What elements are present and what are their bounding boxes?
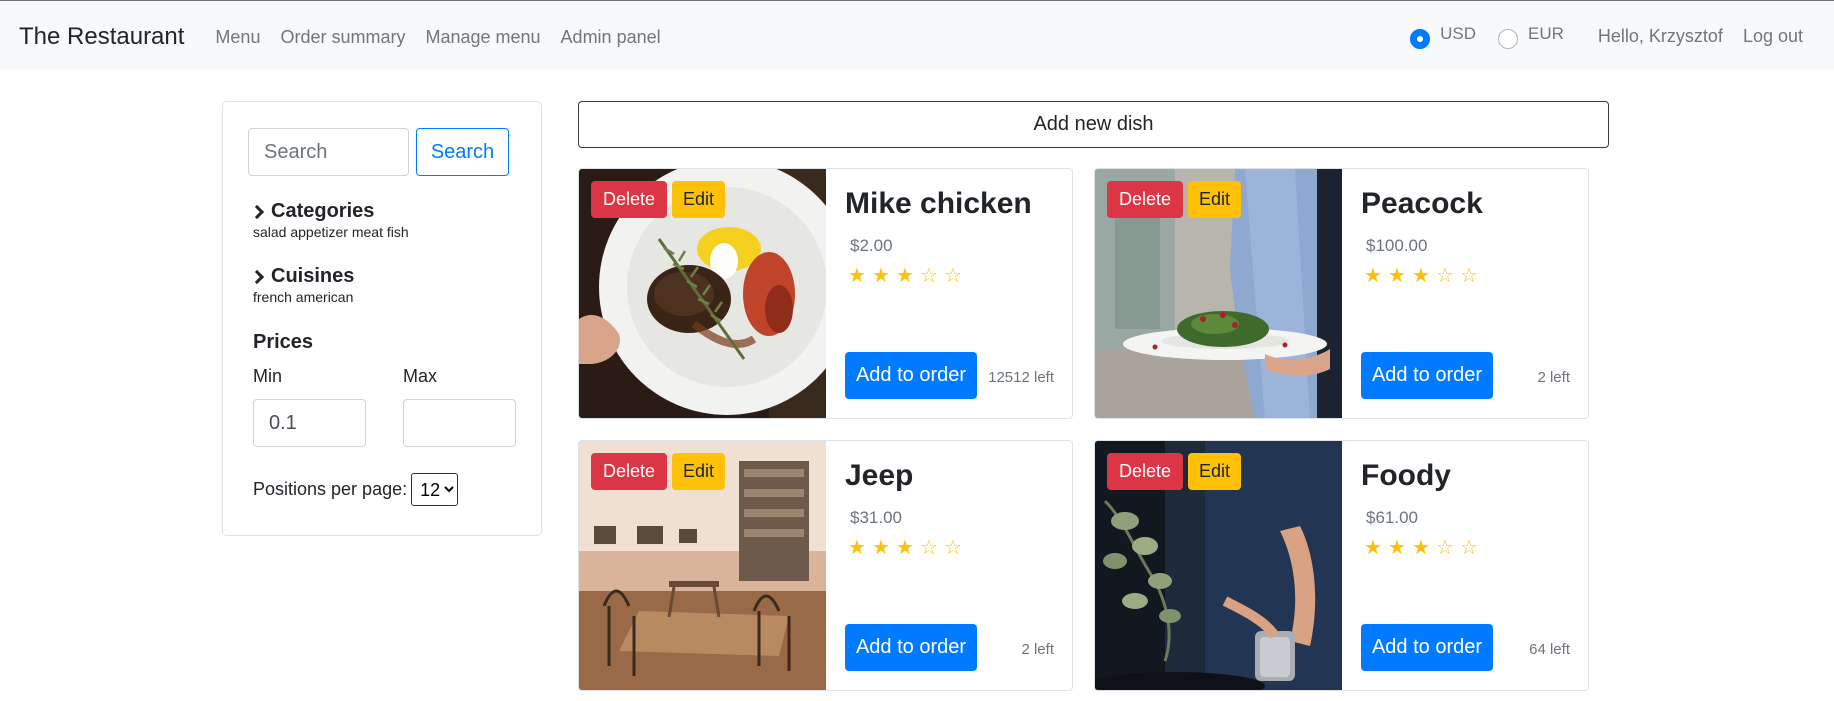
nav-link-admin-panel[interactable]: Admin panel: [561, 27, 661, 48]
dish-price: $2.00: [850, 236, 893, 255]
star-rating[interactable]: ★ ★ ★ ☆ ☆: [848, 538, 968, 558]
max-price-input[interactable]: [403, 399, 516, 447]
star-empty-icon[interactable]: ☆: [920, 538, 944, 558]
add-to-order-button[interactable]: Add to order: [845, 624, 977, 671]
star-filled-icon[interactable]: ★: [896, 538, 920, 558]
chevron-right-icon: [249, 204, 265, 219]
max-price-label: Max: [403, 366, 438, 386]
star-filled-icon[interactable]: ★: [1364, 266, 1388, 286]
delete-button[interactable]: Delete: [591, 181, 668, 218]
dish-image: Delete Edit: [579, 169, 826, 418]
star-filled-icon[interactable]: ★: [896, 266, 920, 286]
nav-link-order-summary[interactable]: Order summary: [280, 27, 405, 48]
chevron-right-icon: [249, 269, 265, 284]
nav-link-manage-menu[interactable]: Manage menu: [425, 27, 540, 48]
stock-left: 2 left: [1537, 369, 1570, 386]
categories-toggle[interactable]: Categories: [249, 200, 375, 223]
cuisines-title: Cuisines: [271, 265, 355, 287]
cuisines-list: french american: [253, 289, 354, 305]
top-navbar: The Restaurant Menu Order summary Manage…: [0, 0, 1834, 70]
dish-image: Delete Edit: [1095, 169, 1342, 418]
radio-unchecked-icon[interactable]: [1497, 29, 1518, 49]
star-empty-icon[interactable]: ☆: [1436, 538, 1460, 558]
dish-name: Peacock: [1361, 187, 1483, 220]
star-filled-icon[interactable]: ★: [1388, 266, 1412, 286]
star-filled-icon[interactable]: ★: [872, 266, 896, 286]
categories-list: salad appetizer meat fish: [253, 224, 409, 240]
cuisines-toggle[interactable]: Cuisines: [249, 265, 355, 288]
star-empty-icon[interactable]: ☆: [1460, 266, 1484, 286]
star-rating[interactable]: ★ ★ ★ ☆ ☆: [848, 266, 968, 286]
stock-left: 12512 left: [988, 369, 1054, 386]
add-to-order-button[interactable]: Add to order: [845, 352, 977, 399]
stock-left: 64 left: [1529, 641, 1570, 658]
star-empty-icon[interactable]: ☆: [944, 538, 968, 558]
user-greeting: Hello, Krzysztof: [1597, 25, 1723, 46]
star-filled-icon[interactable]: ★: [1364, 538, 1388, 558]
star-filled-icon[interactable]: ★: [1388, 538, 1412, 558]
positions-per-page-label: Positions per page:: [253, 479, 408, 499]
star-filled-icon[interactable]: ★: [848, 266, 872, 286]
edit-button[interactable]: Edit: [1188, 453, 1242, 490]
categories-title: Categories: [271, 200, 375, 222]
currency-label-eur: EUR: [1527, 24, 1564, 43]
stock-left: 2 left: [1021, 641, 1054, 658]
currency-label-usd: USD: [1440, 24, 1476, 43]
star-rating[interactable]: ★ ★ ★ ☆ ☆: [1364, 538, 1484, 558]
positions-per-page: Positions per page: 12: [253, 473, 459, 506]
min-price-input[interactable]: [253, 399, 366, 447]
delete-button[interactable]: Delete: [591, 453, 668, 490]
edit-button[interactable]: Edit: [672, 181, 726, 218]
dish-name: Mike chicken: [845, 187, 1032, 220]
dish-price: $31.00: [850, 508, 902, 527]
delete-button[interactable]: Delete: [1107, 453, 1184, 490]
dish-name: Foody: [1361, 459, 1451, 492]
dish-image: Delete Edit: [1095, 441, 1342, 690]
filter-sidebar: Search Categories salad appetizer meat f…: [222, 101, 542, 536]
prices-title: Prices: [253, 331, 314, 353]
min-price-label: Min: [253, 366, 283, 386]
dish-price: $100.00: [1366, 236, 1428, 255]
delete-button[interactable]: Delete: [1107, 181, 1184, 218]
brand-logo[interactable]: The Restaurant: [19, 23, 184, 51]
positions-per-page-select[interactable]: 12: [411, 473, 459, 506]
radio-checked-icon[interactable]: [1410, 29, 1431, 49]
edit-button[interactable]: Edit: [1188, 181, 1242, 218]
star-filled-icon[interactable]: ★: [1412, 538, 1436, 558]
star-empty-icon[interactable]: ☆: [944, 266, 968, 286]
dish-card: Delete Edit Foody $61.00 ★ ★ ★ ☆ ☆ Add to or…: [1094, 440, 1589, 691]
star-empty-icon[interactable]: ☆: [1436, 266, 1460, 286]
add-to-order-button[interactable]: Add to order: [1361, 352, 1493, 399]
star-filled-icon[interactable]: ★: [1412, 266, 1436, 286]
dish-card: Delete Edit Mike chicken $2.00 ★ ★ ★ ☆ ☆ Add…: [578, 168, 1073, 419]
dish-price: $61.00: [1366, 508, 1418, 527]
star-rating[interactable]: ★ ★ ★ ☆ ☆: [1364, 266, 1484, 286]
search-button[interactable]: Search: [416, 128, 509, 176]
currency-radio-usd[interactable]: USD: [1410, 23, 1476, 49]
star-empty-icon[interactable]: ☆: [920, 266, 944, 286]
search-input[interactable]: [248, 128, 409, 176]
navbar-right: USD EUR Hello, Krzysztof Log out: [1388, 1, 1803, 71]
dish-name: Jeep: [845, 459, 914, 492]
star-empty-icon[interactable]: ☆: [1460, 538, 1484, 558]
dish-image: Delete Edit: [579, 441, 826, 690]
currency-radio-eur[interactable]: EUR: [1497, 23, 1564, 49]
logout-link[interactable]: Log out: [1743, 26, 1803, 47]
currency-selector: USD EUR: [1388, 23, 1564, 49]
star-filled-icon[interactable]: ★: [872, 538, 896, 558]
dish-card: Delete Edit Jeep $31.00 ★ ★ ★ ☆ ☆ Add to ord…: [578, 440, 1073, 691]
edit-button[interactable]: Edit: [672, 453, 726, 490]
add-new-dish-button[interactable]: Add new dish: [578, 101, 1609, 148]
nav-link-menu[interactable]: Menu: [215, 27, 260, 48]
add-to-order-button[interactable]: Add to order: [1361, 624, 1493, 671]
star-filled-icon[interactable]: ★: [848, 538, 872, 558]
dish-card: Delete Edit Peacock $100.00 ★ ★ ★ ☆ ☆ Add to…: [1094, 168, 1589, 419]
